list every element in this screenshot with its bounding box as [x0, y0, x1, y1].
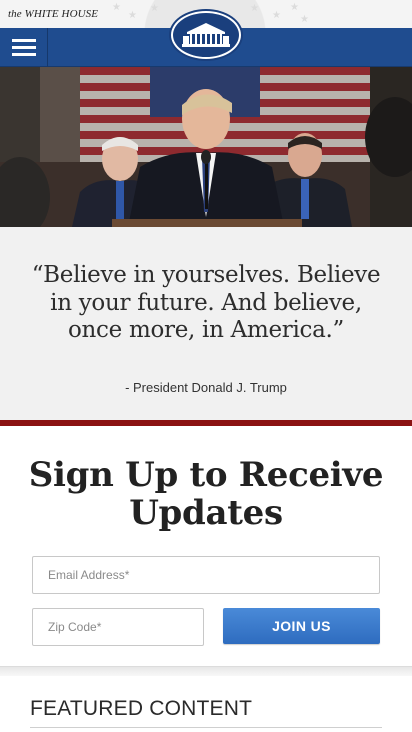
star-icon: ★ [128, 10, 137, 21]
site-brand[interactable]: the WHITE HOUSE [8, 8, 98, 20]
star-icon: ★ [290, 2, 299, 13]
white-house-seal-icon[interactable] [171, 11, 241, 59]
star-icon: ★ [300, 14, 309, 25]
star-icon: ★ [150, 3, 159, 14]
zip-code-field[interactable] [32, 608, 204, 646]
join-us-button[interactable]: JOIN US [223, 608, 380, 644]
quote-text: “Believe in yourselves. Believe in your … [31, 262, 381, 343]
email-field[interactable] [32, 556, 380, 594]
quote-section: “Believe in yourselves. Believe in your … [0, 227, 412, 420]
star-icon: ★ [272, 10, 281, 21]
featured-divider [30, 727, 382, 728]
star-icon: ★ [250, 3, 259, 14]
signup-title: Sign Up to Receive Updates [28, 455, 384, 533]
quote-attribution: - President Donald J. Trump [125, 380, 287, 395]
star-icon: ★ [112, 2, 121, 13]
hero-photo [0, 67, 412, 227]
hamburger-menu-icon[interactable] [0, 28, 48, 67]
section-divider [0, 420, 412, 426]
section-separator [0, 666, 412, 676]
featured-content-heading: FEATURED CONTENT [30, 697, 253, 720]
